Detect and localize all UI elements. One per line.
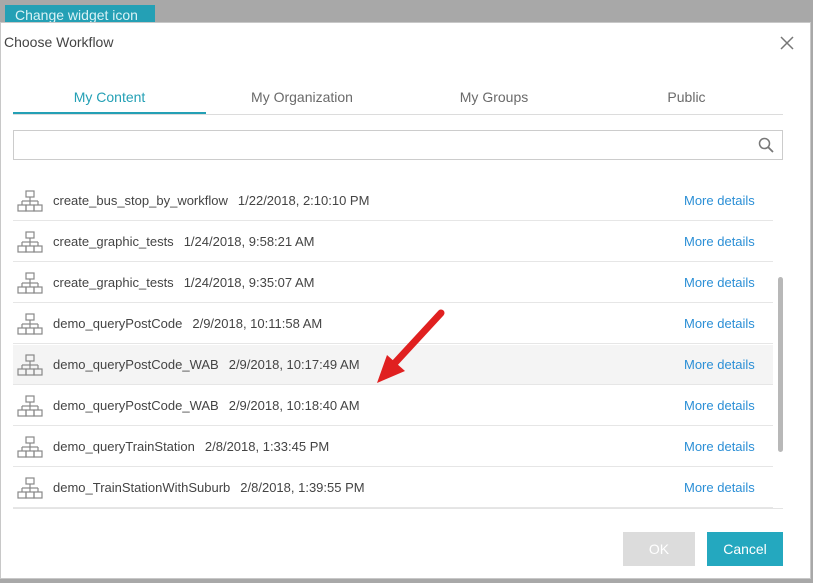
- cancel-button[interactable]: Cancel: [707, 532, 783, 566]
- workflow-row[interactable]: demo_TrainStationWithSuburb 2/8/2018, 1:3…: [13, 468, 773, 508]
- workflow-icon: [17, 189, 43, 215]
- annotation-arrow-icon: [377, 309, 445, 383]
- workflow-icon: [17, 394, 43, 420]
- more-details-link[interactable]: More details: [684, 304, 755, 344]
- workflow-row-text: demo_TrainStationWithSuburb 2/8/2018, 1:3…: [53, 468, 365, 508]
- workflow-row-text: create_graphic_tests 1/24/2018, 9:35:07 A…: [53, 263, 315, 303]
- workflow-icon: [17, 435, 43, 461]
- workflow-row-text: demo_queryTrainStation 2/8/2018, 1:33:45 …: [53, 427, 329, 467]
- tab-bar: My Content My Organization My Groups Pub…: [13, 86, 783, 115]
- more-details-link[interactable]: More details: [684, 345, 755, 385]
- search-box: [13, 130, 783, 160]
- tab-my-content[interactable]: My Content: [13, 86, 206, 114]
- workflow-name: create_bus_stop_by_workflow: [53, 193, 228, 208]
- tab-public[interactable]: Public: [590, 86, 783, 114]
- scrollbar[interactable]: [777, 177, 783, 508]
- search-icon[interactable]: [758, 137, 774, 153]
- more-details-link[interactable]: More details: [684, 181, 755, 221]
- dialog-title: Choose Workflow: [4, 34, 114, 50]
- workflow-name: demo_TrainStationWithSuburb: [53, 480, 231, 495]
- choose-workflow-dialog: Choose Workflow My Content My Organizati…: [0, 22, 811, 579]
- workflow-date: 2/9/2018, 10:17:49 AM: [228, 357, 360, 372]
- workflow-row-text: create_bus_stop_by_workflow 1/22/2018, 2:…: [53, 181, 369, 221]
- workflow-name: create_graphic_tests: [53, 275, 174, 290]
- tab-my-groups[interactable]: My Groups: [398, 86, 590, 114]
- workflow-name: demo_queryTrainStation: [53, 439, 195, 454]
- workflow-icon: [17, 476, 43, 502]
- workflow-date: 1/24/2018, 9:58:21 AM: [183, 234, 315, 249]
- workflow-row-text: demo_queryPostCode 2/9/2018, 10:11:58 AM: [53, 304, 322, 344]
- workflow-name: demo_queryPostCode_WAB: [53, 398, 219, 413]
- workflow-row[interactable]: demo_queryTrainStation 2/8/2018, 1:33:45 …: [13, 427, 773, 467]
- workflow-row[interactable]: create_bus_stop_by_workflow 1/22/2018, 2:…: [13, 181, 773, 221]
- workflow-date: 1/22/2018, 2:10:10 PM: [237, 193, 370, 208]
- workflow-date: 2/9/2018, 10:18:40 AM: [228, 398, 360, 413]
- workflow-row-text: demo_queryPostCode_WAB 2/9/2018, 10:17:49…: [53, 345, 360, 385]
- workflow-icon: [17, 353, 43, 379]
- workflow-name: create_graphic_tests: [53, 234, 174, 249]
- ok-button[interactable]: OK: [623, 532, 695, 566]
- more-details-link[interactable]: More details: [684, 386, 755, 426]
- workflow-icon: [17, 312, 43, 338]
- more-details-link[interactable]: More details: [684, 263, 755, 303]
- change-widget-icon-button[interactable]: Change widget icon: [5, 5, 155, 23]
- workflow-name: demo_queryPostCode: [53, 316, 183, 331]
- workflow-name: demo_queryPostCode_WAB: [53, 357, 219, 372]
- workflow-date: 2/8/2018, 1:33:45 PM: [204, 439, 330, 454]
- workflow-row-text: demo_queryPostCode_WAB 2/9/2018, 10:18:40…: [53, 386, 360, 426]
- search-input[interactable]: [14, 131, 744, 159]
- scrollbar-thumb[interactable]: [778, 277, 783, 452]
- workflow-row[interactable]: create_graphic_tests 1/24/2018, 9:35:07 A…: [13, 263, 773, 303]
- workflow-row-text: create_graphic_tests 1/24/2018, 9:58:21 A…: [53, 222, 315, 262]
- workflow-date: 1/24/2018, 9:35:07 AM: [183, 275, 315, 290]
- workflow-icon: [17, 230, 43, 256]
- close-icon[interactable]: [777, 33, 797, 53]
- workflow-date: 2/9/2018, 10:11:58 AM: [192, 316, 323, 331]
- more-details-link[interactable]: More details: [684, 468, 755, 508]
- tab-my-organization[interactable]: My Organization: [206, 86, 398, 114]
- workflow-date: 2/8/2018, 1:39:55 PM: [240, 480, 365, 495]
- more-details-link[interactable]: More details: [684, 222, 755, 262]
- more-details-link[interactable]: More details: [684, 427, 755, 467]
- workflow-icon: [17, 271, 43, 297]
- workflow-row[interactable]: create_graphic_tests 1/24/2018, 9:58:21 A…: [13, 222, 773, 262]
